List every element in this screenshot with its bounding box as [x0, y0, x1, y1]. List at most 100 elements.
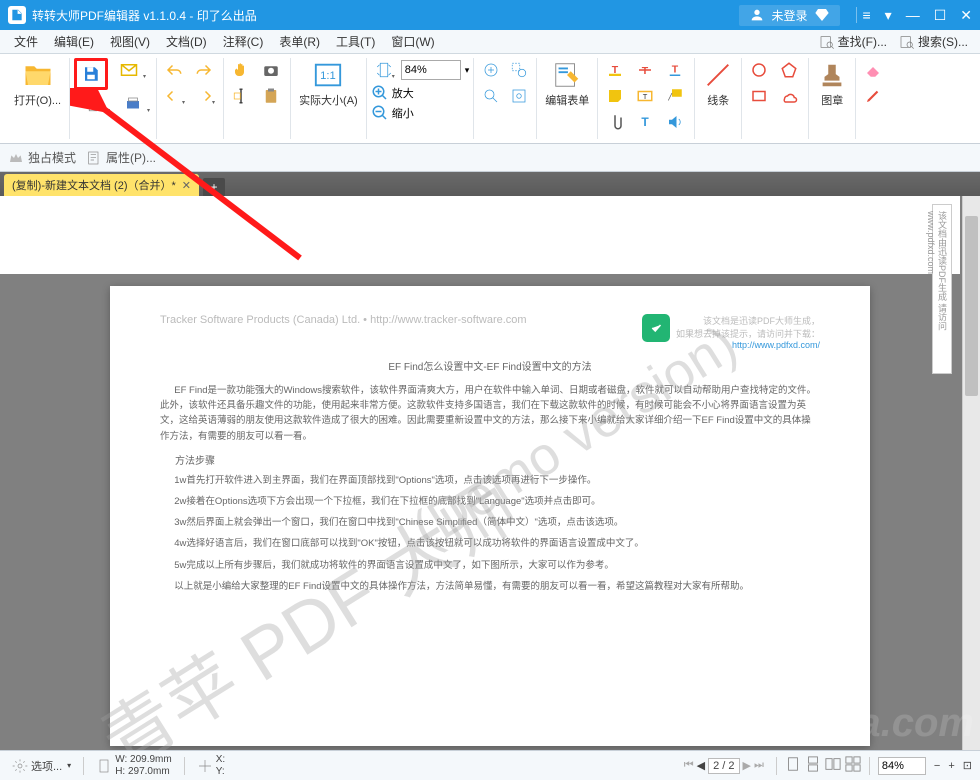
- pencil-button[interactable]: [860, 84, 886, 108]
- maximize-button[interactable]: ☐: [934, 7, 947, 24]
- undo-dropdown[interactable]: ▾: [161, 84, 187, 108]
- undo-button[interactable]: [161, 58, 187, 82]
- circle-icon: [750, 61, 768, 79]
- menu-bar: 文件 编辑(E) 视图(V) 文档(D) 注释(C) 表单(R) 工具(T) 窗…: [0, 30, 980, 54]
- audio-button[interactable]: [662, 110, 688, 134]
- redo-button[interactable]: [191, 58, 217, 82]
- mail-button[interactable]: ▾: [110, 58, 148, 82]
- menu-document[interactable]: 文档(D): [158, 30, 215, 53]
- document-tab[interactable]: (复制)-新建文本文档 (2)（合并）* ✕: [4, 174, 199, 196]
- continuous-button[interactable]: [805, 756, 821, 775]
- zoom-marquee-button[interactable]: [478, 58, 504, 82]
- find-button[interactable]: 查找(F)...: [813, 31, 893, 52]
- doc-step: 3w然后界面上就会弹出一个窗口，我们在窗口中找到"Chinese Simplif…: [160, 515, 820, 530]
- cloud-icon: [780, 87, 798, 105]
- sticky-note-annotation[interactable]: 该文档由迅读PDF生成 请访问 www.pdfxd.com: [932, 204, 952, 374]
- pencil-icon: [864, 87, 882, 105]
- doc-step: 5w完成以上所有步骤后，我们就成功将软件的界面语言设置成中文了，如下图所示，大家…: [160, 558, 820, 573]
- cloud-button[interactable]: [776, 84, 802, 108]
- note-button[interactable]: [602, 84, 628, 108]
- first-page-button[interactable]: ⏮: [684, 759, 694, 772]
- scan-button[interactable]: ▾: [114, 92, 152, 116]
- next-page-button[interactable]: ▶: [743, 759, 751, 772]
- pan-zoom-button[interactable]: [506, 84, 532, 108]
- menu-icon[interactable]: ≡: [863, 7, 871, 24]
- select-tool-button[interactable]: [228, 84, 254, 108]
- textbox-button[interactable]: T: [632, 84, 658, 108]
- hand-tool-button[interactable]: [228, 58, 254, 82]
- text-tool-button[interactable]: T: [632, 110, 658, 134]
- menu-edit[interactable]: 编辑(E): [46, 30, 102, 53]
- scrollbar-thumb[interactable]: [965, 216, 978, 396]
- prev-page-button[interactable]: ◀: [697, 759, 705, 772]
- region-zoom-button[interactable]: [506, 58, 532, 82]
- document-tab-bar: (复制)-新建文本文档 (2)（合并）* ✕ +: [0, 172, 980, 196]
- attach-icon: [606, 113, 624, 131]
- add-tab-button[interactable]: +: [203, 178, 225, 196]
- menu-tools[interactable]: 工具(T): [328, 30, 383, 53]
- circle-button[interactable]: [746, 58, 772, 82]
- snapshot-button[interactable]: [258, 58, 284, 82]
- highlight-button[interactable]: T: [602, 58, 628, 82]
- strikethrough-button[interactable]: T: [632, 58, 658, 82]
- print-button[interactable]: ▾: [74, 92, 112, 116]
- menu-file[interactable]: 文件: [6, 30, 46, 53]
- lines-button[interactable]: 线条: [699, 58, 737, 110]
- rect-button[interactable]: [746, 84, 772, 108]
- status-zoom-out[interactable]: −: [934, 760, 940, 772]
- menu-view[interactable]: 视图(V): [102, 30, 158, 53]
- zoom-input[interactable]: [401, 60, 461, 80]
- minimize-button[interactable]: —: [906, 7, 920, 24]
- options-button[interactable]: 选项...▾: [8, 758, 75, 774]
- underline-button[interactable]: T: [662, 58, 688, 82]
- status-zoom-input[interactable]: [878, 757, 926, 775]
- cursor-text-icon: [232, 87, 250, 105]
- dropdown-icon[interactable]: ▾: [885, 7, 892, 24]
- facing-cont-button[interactable]: [845, 756, 861, 775]
- actual-size-button[interactable]: 1:1 实际大小(A): [295, 58, 362, 110]
- eraser-button[interactable]: [860, 58, 886, 82]
- redo-icon: [195, 61, 213, 79]
- crosshair-icon: [197, 758, 213, 774]
- fit-page-button[interactable]: ▾: [371, 58, 397, 82]
- zoom-in-button[interactable]: 放大: [371, 84, 414, 102]
- zoom-out-button[interactable]: 缩小: [371, 104, 414, 122]
- vertical-scrollbar[interactable]: [962, 196, 980, 750]
- stamp-button[interactable]: 图章: [813, 58, 851, 110]
- doc-section-title: 方法步骤: [160, 452, 820, 467]
- user-login-button[interactable]: 未登录: [739, 5, 839, 26]
- last-page-button[interactable]: ⏭: [754, 759, 764, 772]
- redo-dropdown[interactable]: ▾: [191, 84, 217, 108]
- status-zoom-in[interactable]: +: [948, 760, 954, 772]
- hand-icon: [232, 61, 250, 79]
- search-button[interactable]: 搜索(S)...: [893, 31, 974, 52]
- zoom-out-icon: [371, 104, 389, 122]
- mail-icon: [120, 61, 138, 79]
- menu-form[interactable]: 表单(R): [271, 30, 328, 53]
- open-button[interactable]: 打开(O)...: [10, 58, 65, 110]
- status-fit-button[interactable]: ⊡: [963, 759, 972, 772]
- cursor-position: X: Y:: [193, 754, 229, 778]
- clipboard-button[interactable]: [258, 84, 284, 108]
- save-button[interactable]: [78, 62, 104, 86]
- camera-icon: [262, 61, 280, 79]
- tab-close-button[interactable]: ✕: [182, 179, 191, 192]
- facing-button[interactable]: [825, 756, 841, 775]
- exclusive-mode-button[interactable]: 独占模式: [8, 149, 76, 166]
- polygon-button[interactable]: [776, 58, 802, 82]
- polygon-icon: [780, 61, 798, 79]
- properties-button[interactable]: 属性(P)...: [86, 149, 156, 166]
- page-dimensions: W: 209.9mm H: 297.0mm: [92, 754, 176, 778]
- close-button[interactable]: ✕: [960, 7, 972, 24]
- document-area: 该文档由迅读PDF生成 请访问 www.pdfxd.com Tracker So…: [0, 196, 980, 750]
- edit-form-button[interactable]: 编辑表单: [541, 58, 593, 110]
- menu-comment[interactable]: 注释(C): [215, 30, 272, 53]
- loupe-button[interactable]: [478, 84, 504, 108]
- single-page-button[interactable]: [785, 756, 801, 775]
- menu-window[interactable]: 窗口(W): [383, 30, 442, 53]
- callout-button[interactable]: [662, 84, 688, 108]
- page-indicator[interactable]: 2 / 2: [708, 758, 739, 774]
- attach-button[interactable]: [602, 110, 628, 134]
- clipboard-icon: [262, 87, 280, 105]
- tab-label: (复制)-新建文本文档 (2)（合并）*: [12, 177, 176, 193]
